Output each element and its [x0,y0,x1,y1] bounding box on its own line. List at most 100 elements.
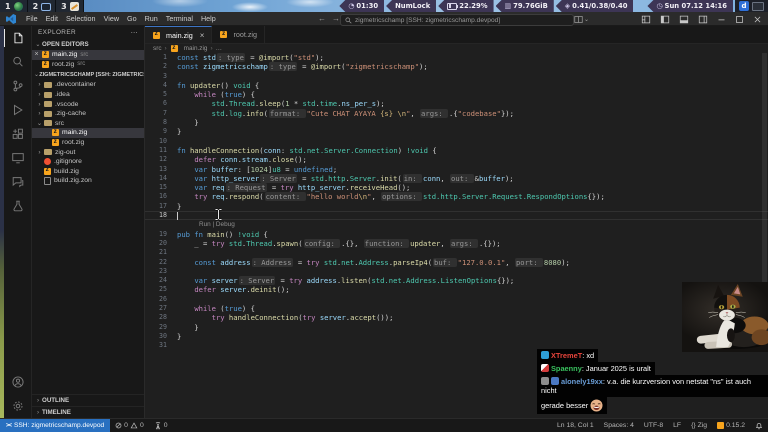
workspace-1[interactable]: 1 [0,0,28,12]
nav-back-icon[interactable]: ← [318,14,326,23]
workspace-2[interactable]: 2 [28,0,57,12]
breadcrumb-item[interactable]: main.zig [184,45,208,52]
tree-item-.devcontainer[interactable]: ›.devcontainer [32,80,144,90]
activitybar-search-icon[interactable] [4,50,32,74]
tree-item-.gitignore[interactable]: .gitignore [32,157,144,167]
split-editor-icon[interactable]: ⌄ [574,15,589,24]
activitybar-testing-icon[interactable] [4,194,32,218]
code-line[interactable]: 29 } [145,323,768,332]
code-line[interactable]: 13 var buffer: [1024]u8 = undefined; [145,165,768,174]
maximize-icon[interactable] [735,15,744,24]
code-line[interactable]: 14 var http_server: Server = std.http.Se… [145,174,768,183]
breadcrumb-item[interactable]: src [153,45,162,52]
code-line[interactable]: 4fn updater() void { [145,81,768,90]
menu-go[interactable]: Go [123,14,141,23]
code-line[interactable]: 20 _ = try std.Thread.spawn(config: .{},… [145,239,768,248]
code-line[interactable]: 24 var server: Server = try address.list… [145,276,768,285]
code-line[interactable]: 9} [145,127,768,136]
code-line[interactable]: 21 [145,248,768,257]
tab-main.zig[interactable]: main.zig× [145,26,212,43]
toggle-panel-icon[interactable] [679,15,689,24]
code-line[interactable]: 22 const address: Address = try std.net.… [145,258,768,267]
devpod-tray-icon[interactable]: d [739,1,749,11]
workspace-section[interactable]: ⌄ZIGMETRICSCHAMP [SSH: ZIGMETRICSCHAMP.D… [32,69,144,80]
code-line[interactable]: 15 var req: Request = try http_server.re… [145,183,768,192]
codelens-row[interactable]: Run | Debug [145,220,768,229]
code-line[interactable]: 12 defer conn.stream.close(); [145,155,768,164]
menu-edit[interactable]: Edit [42,14,62,23]
workspace-3[interactable]: 3 [56,0,84,12]
activitybar-explorer-icon[interactable] [4,26,32,50]
code-line[interactable]: 7 std.log.info(format: "Cute CHAT AYAYA … [145,109,768,118]
menu-file[interactable]: File [22,14,42,23]
code-line[interactable]: 25 defer server.deinit(); [145,285,768,294]
activitybar-account-icon[interactable] [4,370,32,394]
tree-item-main.zig[interactable]: main.zig [32,128,144,138]
close-icon[interactable] [753,15,762,24]
tree-item-build.zig[interactable]: build.zig [32,167,144,177]
nav-forward-icon[interactable]: → [332,14,340,23]
close-editor-icon[interactable]: × [32,51,41,58]
activitybar-extensions-icon[interactable] [4,122,32,146]
open-editor-root.zig[interactable]: root.zigsrc [32,60,144,70]
code-line[interactable]: 23 [145,267,768,276]
code-line[interactable]: 27 while (true) { [145,304,768,313]
activitybar-chat-icon[interactable] [4,170,32,194]
eol[interactable]: LF [668,422,686,429]
code-line[interactable]: 19pub fn main() !void { [145,230,768,239]
breadcrumb-item[interactable]: … [216,45,222,52]
zig-version[interactable]: 0.15.2 [712,422,750,429]
open-editor-main.zig[interactable]: ×main.zigsrc [32,50,144,60]
command-center-search[interactable]: zigmetricschamp [SSH: zigmetricschamp.de… [340,14,574,26]
language-mode[interactable]: {}Zig [686,422,712,429]
code-line[interactable]: 30} [145,332,768,341]
tree-item-.zig-cache[interactable]: ›.zig-cache [32,109,144,119]
tree-item-zig-out[interactable]: ›zig-out [32,147,144,157]
activitybar-source-control-icon[interactable] [4,74,32,98]
indentation[interactable]: Spaces: 4 [599,422,639,429]
activitybar-remote-explorer-icon[interactable] [4,146,32,170]
code-line[interactable]: 26 [145,295,768,304]
code-line[interactable]: 17} [145,202,768,211]
display-tray-icon[interactable] [752,2,764,11]
notifications-bell[interactable] [750,422,768,430]
layout-grid-icon[interactable] [641,15,651,24]
code-line[interactable]: 2const zigmetricschamp: type = @import("… [145,62,768,71]
ports-indicator[interactable]: 0 [149,422,173,430]
section-outline[interactable]: ›OUTLINE [32,394,144,406]
encoding[interactable]: UTF-8 [639,422,668,429]
more-actions-icon[interactable]: ⋯ [131,29,138,37]
remote-indicator[interactable]: >< SSH: zigmetricschamp.devpod [0,419,110,432]
code-line[interactable]: 6 std.Thread.sleep(1 * std.time.ns_per_s… [145,99,768,108]
code-line[interactable]: 28 try handleConnection(try server.accep… [145,313,768,322]
code-line[interactable]: 3 [145,72,768,81]
code-line[interactable]: 11fn handleConnection(conn: std.net.Serv… [145,146,768,155]
menu-view[interactable]: View [100,14,123,23]
toggle-secondary-sidebar-icon[interactable] [698,15,708,24]
codelens-run-debug[interactable]: Run | Debug [167,220,235,229]
menu-run[interactable]: Run [141,14,162,23]
activitybar-settings-icon[interactable] [4,394,32,418]
toggle-sidebar-icon[interactable] [660,15,670,24]
activitybar-run-debug-icon[interactable] [4,98,32,122]
code-line[interactable]: 5 while (true) { [145,90,768,99]
code-line[interactable]: 16 try req.respond(content: "hello world… [145,192,768,201]
tree-item-src[interactable]: ⌄src [32,119,144,129]
tree-item-.vscode[interactable]: ›.vscode [32,99,144,109]
tree-item-.idea[interactable]: ›.idea [32,90,144,100]
code-line[interactable]: 1const std: type = @import("std"); [145,53,768,62]
tab-root.zig[interactable]: root.zig [212,26,265,43]
code-line[interactable]: 18 [145,211,768,220]
section-timeline[interactable]: ›TIMELINE [32,406,144,418]
minimize-icon[interactable] [717,15,726,24]
breadcrumb[interactable]: src›main.zig›… [145,44,768,53]
code-line[interactable]: 8 } [145,118,768,127]
close-tab-icon[interactable]: × [200,31,205,40]
menu-terminal[interactable]: Terminal [162,14,197,23]
tree-item-root.zig[interactable]: root.zig [32,138,144,148]
menu-selection[interactable]: Selection [62,14,100,23]
problems-indicator[interactable]: 0 0 [110,422,149,429]
menu-help[interactable]: Help [197,14,220,23]
tree-item-build.zig.zon[interactable]: build.zig.zon [32,176,144,186]
code-line[interactable]: 10 [145,137,768,146]
